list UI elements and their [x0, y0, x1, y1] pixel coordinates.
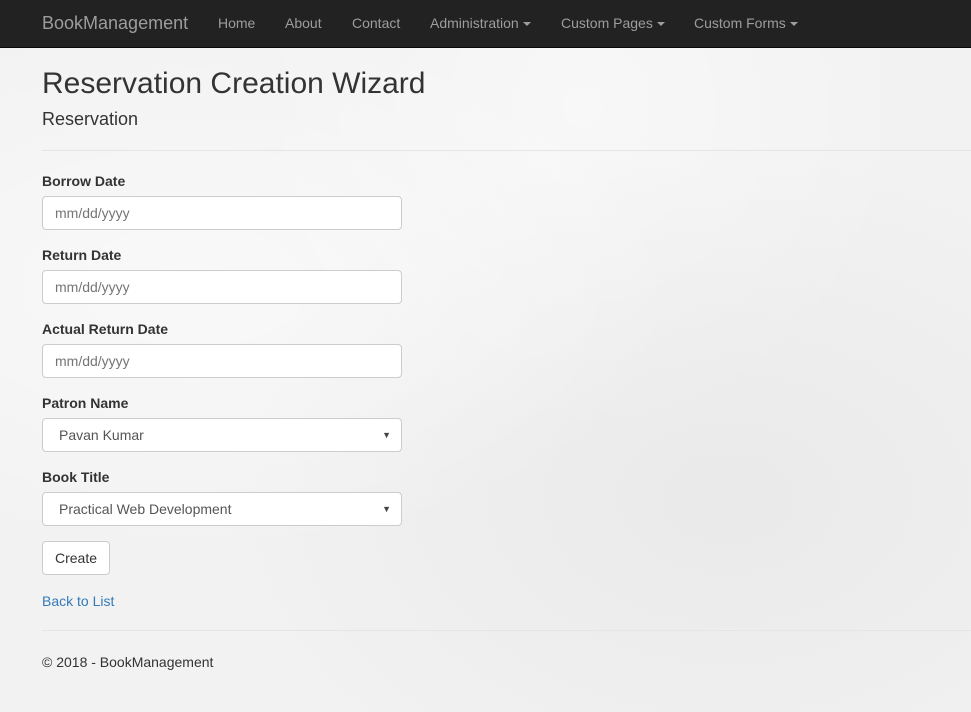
nav-item-label: Custom Forms — [694, 15, 786, 31]
borrow-date-input[interactable] — [42, 196, 402, 230]
book-title-label: Book Title — [42, 469, 110, 485]
select-arrow-icon: ▼ — [382, 504, 391, 514]
nav-item-label: Custom Pages — [561, 15, 653, 31]
nav-item-home[interactable]: Home — [218, 0, 255, 47]
footer-divider — [42, 630, 971, 631]
patron-name-select[interactable]: Pavan Kumar ▼ — [42, 418, 402, 452]
navbar: BookManagement Home About Contact Admini… — [0, 0, 971, 48]
nav-item-custom-forms[interactable]: Custom Forms — [694, 0, 798, 47]
page-subtitle: Reservation — [42, 109, 139, 129]
nav-item-custom-pages[interactable]: Custom Pages — [561, 0, 665, 47]
brand-link[interactable]: BookManagement — [42, 0, 188, 47]
caret-down-icon — [656, 22, 665, 27]
nav-item-label: Contact — [352, 15, 401, 31]
nav-item-label: About — [285, 15, 322, 31]
book-title-select[interactable]: Practical Web Development ▼ — [42, 492, 402, 526]
borrow-date-label: Borrow Date — [42, 173, 126, 189]
caret-down-icon — [789, 22, 798, 27]
actual-return-date-input[interactable] — [42, 344, 402, 378]
return-date-input[interactable] — [42, 270, 402, 304]
actual-return-date-label: Actual Return Date — [42, 321, 169, 337]
nav-item-about[interactable]: About — [285, 0, 322, 47]
nav-item-label: Home — [218, 15, 256, 31]
select-arrow-icon: ▼ — [382, 430, 391, 440]
divider — [42, 150, 971, 151]
footer-text: © 2018 - BookManagement — [42, 654, 214, 670]
patron-name-label: Patron Name — [42, 395, 129, 411]
back-to-list-link[interactable]: Back to List — [42, 592, 114, 610]
create-button[interactable]: Create — [42, 541, 110, 575]
return-date-label: Return Date — [42, 247, 122, 263]
nav-item-administration[interactable]: Administration — [430, 0, 531, 47]
book-title-selected: Practical Web Development — [59, 501, 232, 517]
caret-down-icon — [522, 22, 531, 27]
page-title: Reservation Creation Wizard — [42, 67, 426, 100]
nav-item-contact[interactable]: Contact — [352, 0, 400, 47]
nav-item-label: Administration — [430, 15, 519, 31]
patron-name-selected: Pavan Kumar — [59, 427, 144, 443]
